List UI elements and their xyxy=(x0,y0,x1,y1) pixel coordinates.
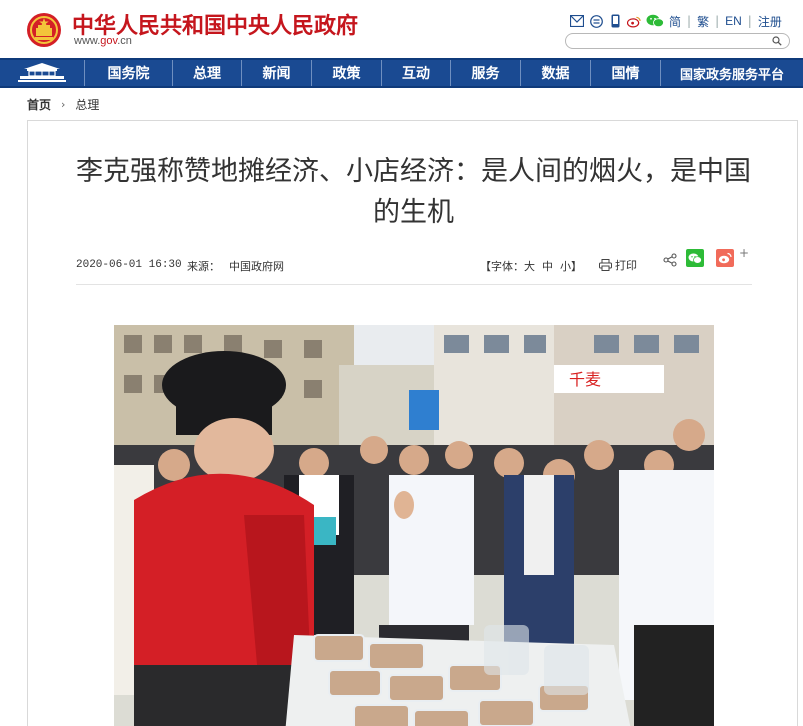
publish-date: 2020-06-01 16:30 xyxy=(76,259,182,271)
source-label: 来源： xyxy=(187,260,220,273)
font-size-medium-button[interactable]: 中 xyxy=(542,258,553,274)
search-box xyxy=(565,33,790,49)
rss-icon[interactable] xyxy=(589,14,603,28)
svg-text:千麦: 千麦 xyxy=(569,370,601,389)
tools-separator: | xyxy=(715,14,720,28)
breadcrumb: 首页 › 总理 xyxy=(27,96,99,113)
nav-item-premier[interactable]: 总理 xyxy=(172,60,241,86)
more-share-button[interactable]: + xyxy=(739,246,749,260)
site-domain: www.gov.cn xyxy=(74,35,132,47)
main-nav: 国务院 总理 新闻 政策 互动 服务 数据 国情 国家政务服务平台 xyxy=(0,58,803,88)
mobile-icon[interactable] xyxy=(608,14,622,28)
register-link[interactable]: 注册 xyxy=(758,13,782,30)
nav-items: 国务院 总理 新闻 政策 互动 服务 数据 国情 国家政务服务平台 xyxy=(84,60,803,86)
nav-item-data[interactable]: 数据 xyxy=(520,60,590,86)
nav-item-policy[interactable]: 政策 xyxy=(311,60,381,86)
nav-item-gov-service-platform[interactable]: 国家政务服务平台 xyxy=(660,60,803,86)
breadcrumb-separator: › xyxy=(61,98,66,111)
print-button[interactable]: 打印 xyxy=(599,257,637,273)
lang-traditional-link[interactable]: 繁 xyxy=(697,13,709,30)
share-wechat-icon[interactable] xyxy=(686,249,704,267)
breadcrumb-home-link[interactable]: 首页 xyxy=(27,96,51,113)
tools-separator: | xyxy=(747,14,752,28)
article-container: 李克强称赞地摊经济、小店经济：是人间的烟火，是中国的生机 2020-06-01 … xyxy=(27,120,798,726)
search-input[interactable] xyxy=(574,35,764,47)
nav-item-national-info[interactable]: 国情 xyxy=(590,60,660,86)
gate-logo-icon[interactable] xyxy=(0,60,84,86)
wechat-icon[interactable] xyxy=(646,14,664,28)
font-size-label: 【字体： xyxy=(480,260,524,273)
nav-item-service[interactable]: 服务 xyxy=(450,60,520,86)
share-weibo-icon[interactable] xyxy=(716,249,734,267)
article-title: 李克强称赞地摊经济、小店经济：是人间的烟火，是中国的生机 xyxy=(76,156,751,228)
font-size-close: 】 xyxy=(571,260,582,273)
article-meta: 2020-06-01 16:30 来源： 中国政府网 【字体： 大 中 小 】 … xyxy=(76,246,752,279)
search-icon[interactable] xyxy=(772,36,782,46)
breadcrumb-current-link[interactable]: 总理 xyxy=(75,96,99,113)
print-label: 打印 xyxy=(615,259,637,272)
lang-simplified-link[interactable]: 简 xyxy=(669,13,681,30)
nav-item-state-council[interactable]: 国务院 xyxy=(84,60,172,86)
national-emblem-icon[interactable] xyxy=(26,12,62,48)
header-tools: 简 | 繁 | EN | 注册 xyxy=(570,12,782,30)
street-market-photo: 千麦 xyxy=(114,325,714,726)
nav-item-news[interactable]: 新闻 xyxy=(241,60,311,86)
article-photo: 千麦 xyxy=(114,325,714,726)
site-header: 中华人民共和国中央人民政府 www.gov.cn 简 | 繁 | EN | 注册 xyxy=(0,0,803,58)
printer-icon xyxy=(599,259,612,271)
weibo-icon[interactable] xyxy=(627,14,641,28)
domain-main: gov xyxy=(100,35,118,47)
meta-divider xyxy=(76,284,752,285)
nav-item-interaction[interactable]: 互动 xyxy=(381,60,450,86)
lang-english-link[interactable]: EN xyxy=(725,14,742,28)
source-name: 中国政府网 xyxy=(229,260,284,273)
tools-separator: | xyxy=(687,14,692,28)
domain-suffix: .cn xyxy=(117,35,132,47)
share-icon[interactable] xyxy=(663,253,677,267)
font-size-small-button[interactable]: 小 xyxy=(560,258,571,274)
domain-prefix: www. xyxy=(74,35,101,47)
font-size-control: 【字体： 大 中 小 】 xyxy=(480,258,582,274)
mail-icon[interactable] xyxy=(570,14,584,28)
font-size-large-button[interactable]: 大 xyxy=(524,258,535,274)
